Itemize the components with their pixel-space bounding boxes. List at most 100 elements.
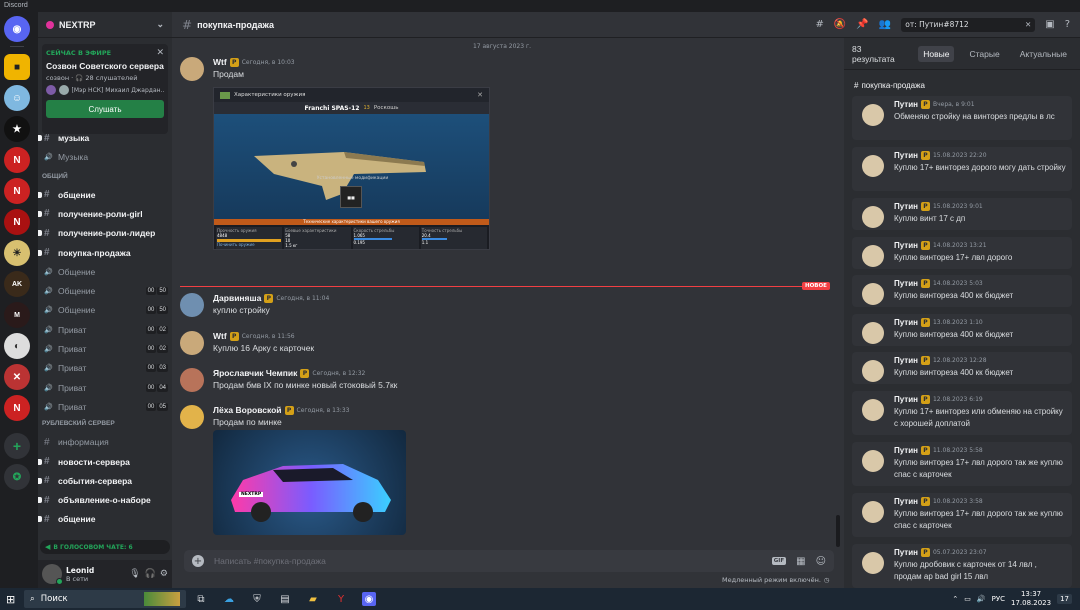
voice-channel[interactable]: 🔊 Приват 00 02 <box>44 341 168 357</box>
tab-relevant[interactable]: Актуальные <box>1015 46 1072 62</box>
gif-button[interactable]: GIF <box>771 557 787 565</box>
members-icon[interactable]: 👥 <box>879 19 891 30</box>
search-result[interactable]: Путин P 13.08.2023 1:10 Куплю винтореза 400… <box>852 313 1072 346</box>
weather-icon[interactable]: ☁ <box>222 592 236 606</box>
category-header[interactable]: РУБЛЕВСКИЙ СЕРВЕР <box>42 420 115 427</box>
notification-muted-icon[interactable]: 🔕 <box>834 19 846 30</box>
voice-chat-bar[interactable]: ◀ В ГОЛОСОВОМ ЧАТЕ: 6 <box>40 540 170 554</box>
taskbar-search[interactable]: ⌕ Поиск <box>24 590 186 608</box>
yandex-browser-icon[interactable]: Y <box>334 592 348 606</box>
network-icon[interactable]: ▭ <box>964 595 971 603</box>
weapon-screenshot[interactable]: Характеристики оружия ✕ Franchi SPAS-12 … <box>213 87 490 250</box>
voice-channel[interactable]: 🔊 Приват 00 05 <box>44 399 168 415</box>
file-explorer-icon[interactable]: ▰ <box>306 592 320 606</box>
threads-icon[interactable]: # <box>815 19 823 30</box>
server-icon[interactable]: ☺ <box>4 85 30 111</box>
text-channel[interactable]: # получение-роли-лидер <box>38 225 168 241</box>
message-author[interactable]: Лёха Воровской <box>213 405 282 415</box>
server-header[interactable]: NEXTRP ⌄ <box>38 12 172 38</box>
server-icon[interactable]: M <box>4 302 30 328</box>
discord-taskbar-icon[interactable]: ◉ <box>362 592 376 606</box>
message-author[interactable]: Wtf <box>213 57 227 67</box>
text-channel[interactable]: # новости-сервера <box>38 454 168 470</box>
text-channel[interactable]: # информация <box>44 434 168 450</box>
inbox-icon[interactable]: ▣ <box>1045 19 1054 30</box>
server-icon[interactable]: N <box>4 209 30 235</box>
headphones-icon[interactable]: 🎧 <box>145 569 156 579</box>
voice-channel[interactable]: 🔊 Музыка <box>44 149 168 165</box>
voice-channel[interactable]: 🔊 Приват 00 03 <box>44 360 168 376</box>
tab-newest[interactable]: Новые <box>918 45 955 62</box>
search-result[interactable]: Путин P 12.08.2023 12:28 Куплю винтореза 40… <box>852 352 1072 384</box>
explore-icon[interactable]: ✪ <box>4 464 30 490</box>
voice-channel[interactable]: 🔊 Общение 00 50 <box>44 283 168 299</box>
close-icon[interactable]: ✕ <box>156 48 164 58</box>
sticker-icon[interactable]: ▦ <box>796 556 805 567</box>
server-icon[interactable]: ◐ <box>4 333 30 359</box>
windows-start-icon[interactable]: ⊞ <box>6 593 15 606</box>
text-channel[interactable]: # общение <box>38 511 168 527</box>
avatar[interactable] <box>180 331 204 355</box>
category-header[interactable]: ОБЩИЙ <box>42 173 68 180</box>
add-attachment-icon[interactable]: + <box>192 555 204 567</box>
security-icon[interactable]: ⛨ <box>250 592 264 606</box>
message-composer[interactable]: + Написать #покупка-продажа GIF ▦ ☺ <box>184 550 834 572</box>
search-result[interactable]: Путин P 14.08.2023 13:21 Куплю винторез 17+… <box>852 236 1072 269</box>
add-server-icon[interactable]: + <box>4 433 30 459</box>
server-icon[interactable]: ★ <box>4 116 30 142</box>
search-result[interactable]: Путин P 05.07.2023 23:07 Куплю дробовик с к… <box>852 543 1072 588</box>
listen-button[interactable]: Слушать <box>46 100 164 118</box>
server-icon[interactable]: N <box>4 147 30 173</box>
search-result[interactable]: Путин P 15.08.2023 9:01 Куплю винт 17 с дп <box>852 198 1072 230</box>
app-icon[interactable]: ▤ <box>278 592 292 606</box>
text-channel[interactable]: # объявление-о-наборе <box>38 492 168 508</box>
tab-oldest[interactable]: Старые <box>964 46 1004 62</box>
search-result[interactable]: Путин P 10.08.2023 3:58 Куплю винторез 17+ … <box>852 492 1072 537</box>
message-input[interactable]: Написать #покупка-продажа <box>214 556 326 566</box>
scrollbar[interactable] <box>836 515 840 547</box>
server-icon[interactable]: ✕ <box>4 364 30 390</box>
server-icon[interactable]: ☀ <box>4 240 30 266</box>
avatar[interactable] <box>180 405 204 429</box>
search-result[interactable]: Путин P Вчера, в 9:01 Обменяю стройку на ви… <box>852 96 1072 140</box>
notifications-badge[interactable]: 17 <box>1057 594 1072 604</box>
microphone-icon[interactable]: 🎙 <box>129 569 140 579</box>
search-result[interactable]: Путин P 15.08.2023 22:20 Куплю 17+ винторез… <box>852 147 1072 191</box>
voice-channel[interactable]: 🔊 Приват 00 02 <box>44 322 168 338</box>
voice-channel[interactable]: 🔊 Приват 00 04 <box>44 380 168 396</box>
discord-home-icon[interactable]: ◉ <box>4 16 30 42</box>
clear-search-icon[interactable]: ✕ <box>1025 20 1031 29</box>
pin-icon[interactable]: 📌 <box>856 19 868 30</box>
avatar[interactable] <box>180 293 204 317</box>
server-icon[interactable]: AK <box>4 271 30 297</box>
search-input[interactable]: от: Путин#8712 ✕ <box>901 17 1036 32</box>
text-channel[interactable]: # музыка <box>38 130 168 146</box>
search-result[interactable]: Путин P 14.08.2023 5:03 Куплю винтореза 400… <box>852 275 1072 307</box>
server-icon[interactable]: N <box>4 395 30 421</box>
language-indicator[interactable]: РУС <box>992 595 1005 603</box>
gear-icon[interactable]: ⚙ <box>160 569 168 579</box>
server-icon[interactable]: N <box>4 178 30 204</box>
message-author[interactable]: Wtf <box>213 331 227 341</box>
results-channel[interactable]: # покупка-продажа <box>854 81 925 90</box>
emoji-icon[interactable]: ☺ <box>816 556 826 567</box>
car-image[interactable]: NEXTRP <box>213 430 406 535</box>
avatar[interactable] <box>42 564 63 585</box>
message-author[interactable]: Дарвиняша <box>213 293 261 303</box>
avatar[interactable] <box>180 57 204 81</box>
task-view-icon[interactable]: ⧉ <box>194 592 208 606</box>
volume-icon[interactable]: 🔊 <box>977 595 986 603</box>
help-icon[interactable]: ? <box>1065 19 1070 30</box>
chevron-up-icon[interactable]: ⌃ <box>952 595 958 603</box>
text-channel[interactable]: # события-сервера <box>38 473 168 489</box>
text-channel[interactable]: # общение <box>38 187 168 203</box>
search-result[interactable]: Путин P 11.08.2023 5:58 Куплю винторез 17+ … <box>852 441 1072 486</box>
chevron-down-icon[interactable]: ⌄ <box>156 19 164 30</box>
search-result[interactable]: Путин P 12.08.2023 6:19 Куплю 17+ винторез … <box>852 390 1072 435</box>
voice-channel[interactable]: 🔊 Общение 00 50 <box>44 302 168 318</box>
message-author[interactable]: Ярославчик Чемпик <box>213 368 297 378</box>
text-channel[interactable]: # покупка-продажа <box>38 245 168 261</box>
server-icon[interactable]: ■ <box>4 54 30 80</box>
voice-channel[interactable]: 🔊 Общение <box>44 264 168 280</box>
text-channel[interactable]: # получение-роли-girl <box>38 206 168 222</box>
